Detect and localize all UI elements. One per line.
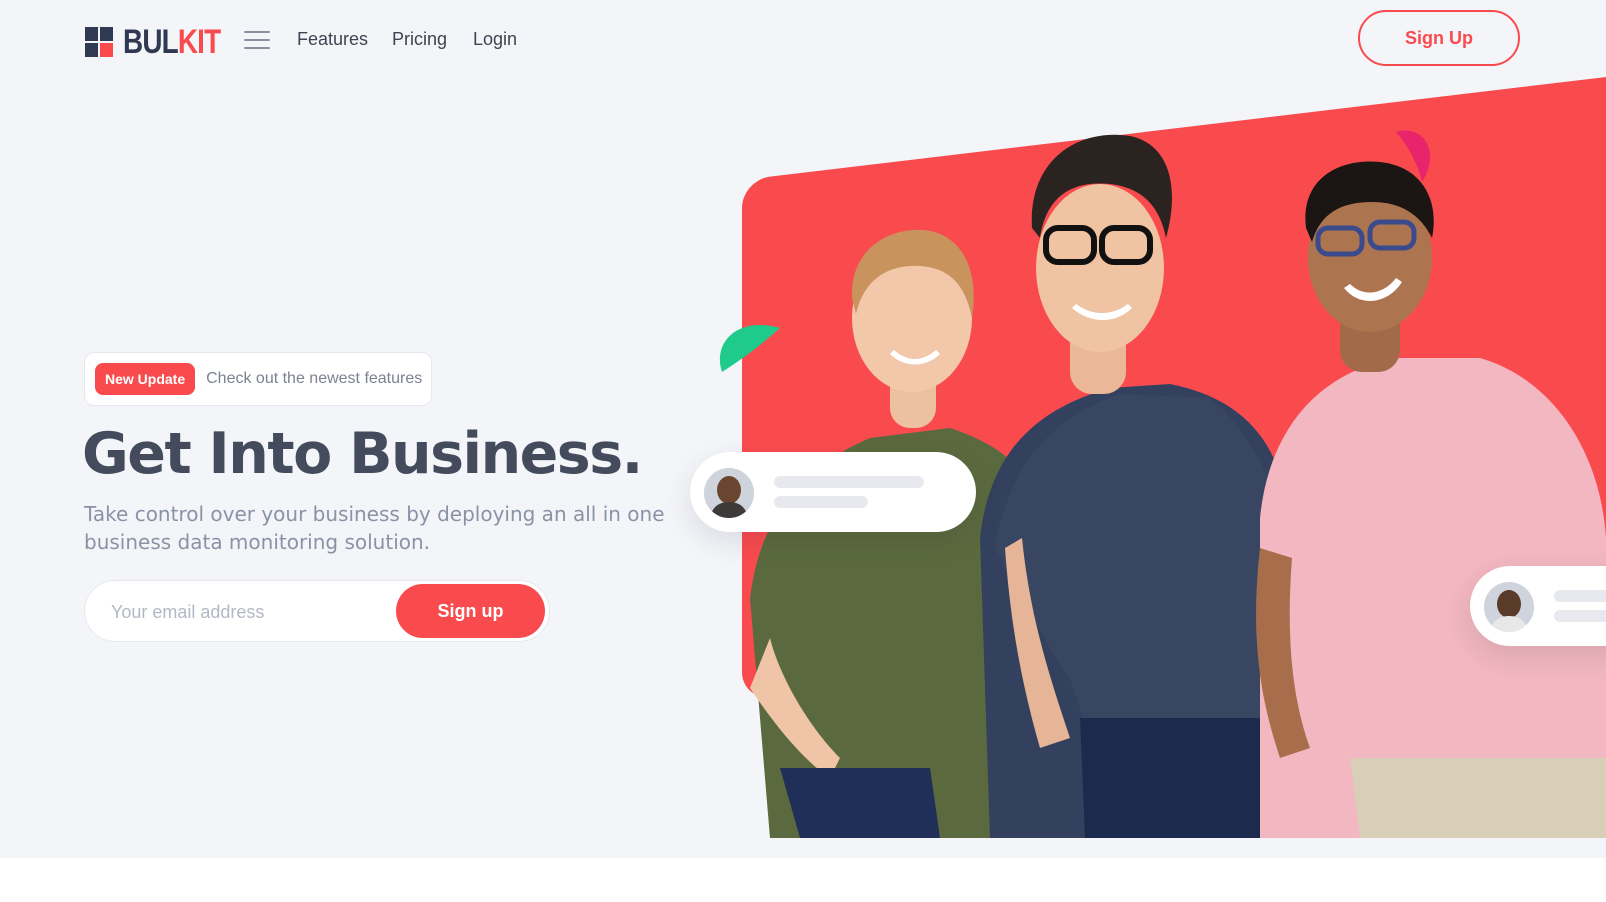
person-man-glasses <box>980 134 1300 838</box>
brand-name-part2: KIT <box>177 23 221 61</box>
new-update-badge: New Update <box>95 363 196 395</box>
user-avatar-icon <box>704 468 754 518</box>
chat-placeholder-line <box>1554 590 1606 602</box>
hero-section: BULKIT Features Pricing Login Sign Up Ne… <box>0 0 1606 858</box>
brand-name: BULKIT <box>123 23 221 61</box>
chat-placeholder-line <box>774 476 924 488</box>
email-input[interactable] <box>109 595 383 629</box>
brand-logo[interactable]: BULKIT <box>85 25 242 59</box>
chat-placeholder-line <box>1554 610 1606 622</box>
email-signup-form: Sign up <box>84 580 550 642</box>
brand-name-part1: BUL <box>123 23 179 61</box>
nav-link-features[interactable]: Features <box>297 29 368 50</box>
hero-subtitle: Take control over your business by deplo… <box>84 502 665 554</box>
nav-link-pricing[interactable]: Pricing <box>392 29 447 50</box>
signup-submit-button[interactable]: Sign up <box>396 584 545 638</box>
update-notice[interactable]: New Update Check out the newest features <box>84 352 432 406</box>
hamburger-icon[interactable] <box>244 31 270 49</box>
logo-mark-icon <box>85 27 113 57</box>
update-text: Check out the newest features <box>206 370 423 387</box>
chat-card <box>1470 566 1606 646</box>
user-avatar-icon <box>1484 582 1534 632</box>
chat-card <box>690 452 976 532</box>
avatar <box>1484 582 1534 632</box>
chat-placeholder-line <box>774 496 868 508</box>
sign-up-button[interactable]: Sign Up <box>1358 10 1520 66</box>
avatar <box>704 468 754 518</box>
nav-link-login[interactable]: Login <box>473 29 517 50</box>
person-man-pink-shirt <box>1256 161 1606 838</box>
hero-title: Get Into Business. <box>82 421 643 487</box>
